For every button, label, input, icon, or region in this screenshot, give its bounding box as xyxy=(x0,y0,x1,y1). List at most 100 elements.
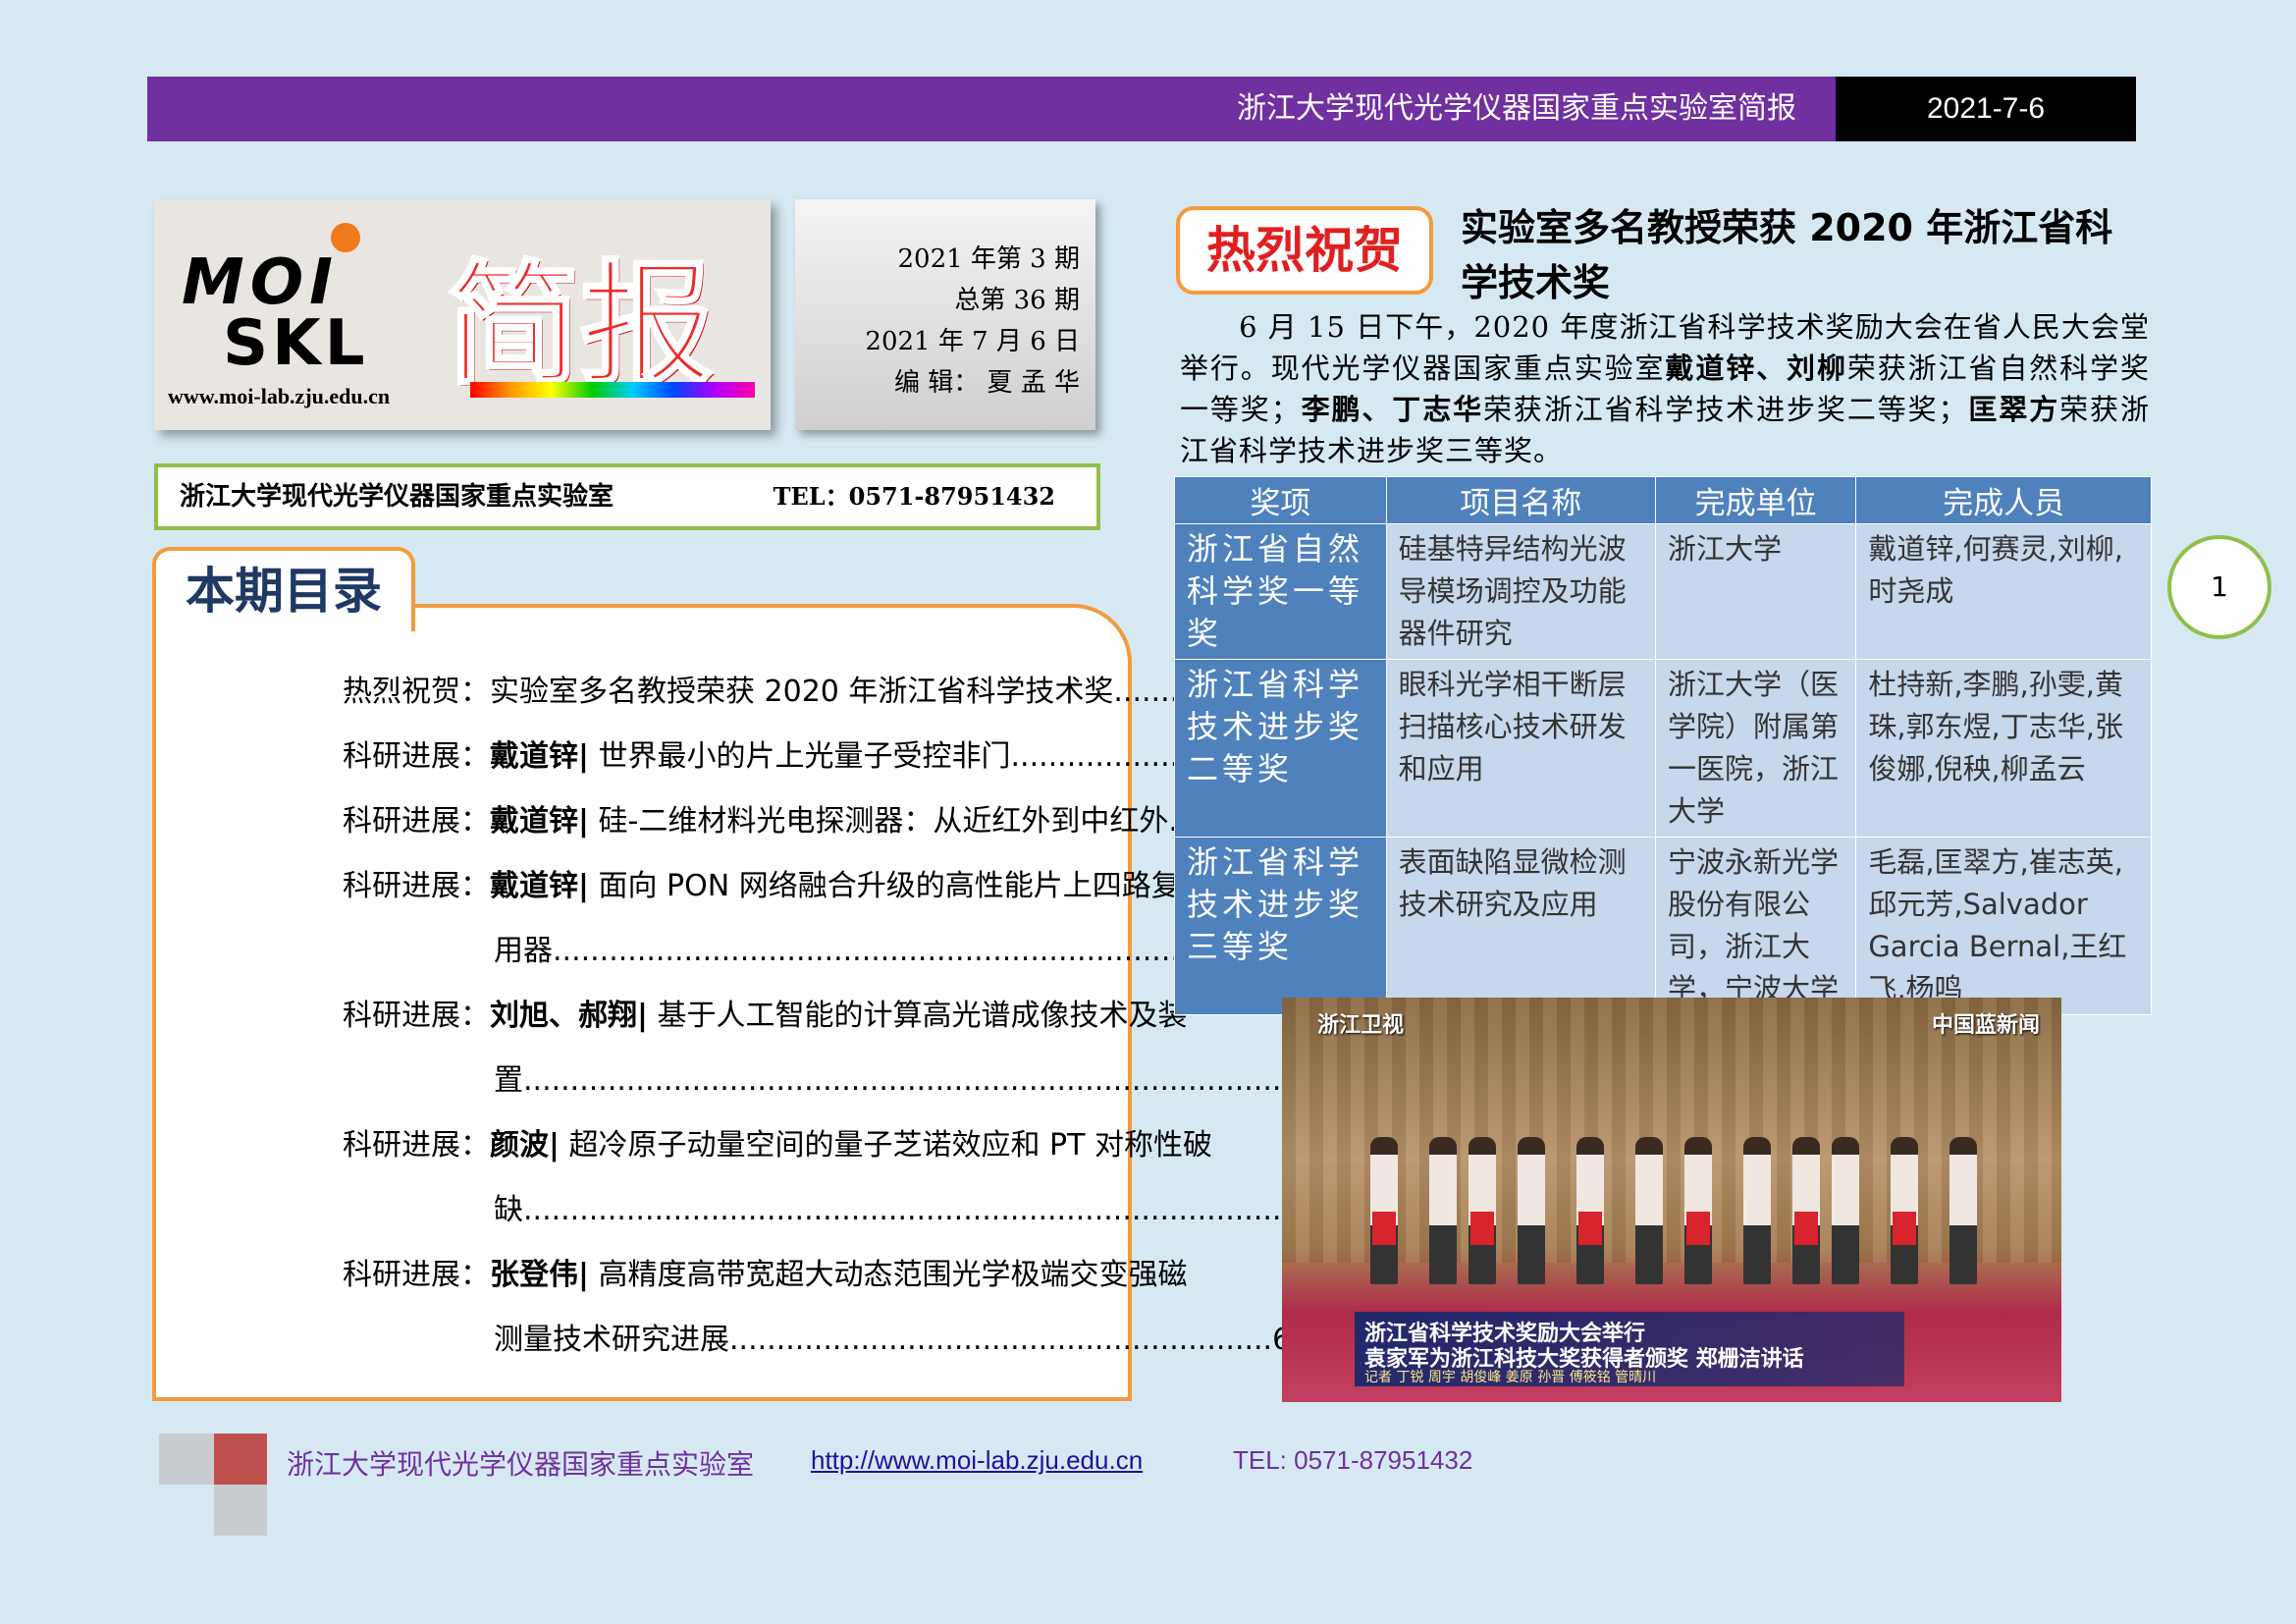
award-cell: 眼科光学相干断层扫描核心技术研发和应用 xyxy=(1385,659,1656,838)
logo-dot-icon xyxy=(331,223,360,252)
footer-square-grey xyxy=(159,1434,214,1485)
table-row: 浙江省自然科学奖一等奖 硅基特异结构光波导模场调控及功能器件研究 浙江大学 戴道锌,何… xyxy=(1174,523,2152,660)
issue-total: 总第 36 期 xyxy=(954,286,1080,315)
news-body-name: 戴道锌、刘柳 xyxy=(1665,352,1847,385)
news-body-name: 李鹏、丁志华 xyxy=(1300,393,1484,426)
rainbow-stripe xyxy=(470,382,755,398)
person-figure xyxy=(1518,1137,1545,1284)
toc-item-author: 戴道锌| xyxy=(490,739,589,774)
toc-item-prefix: 科研进展： xyxy=(343,1128,490,1163)
toc-item-text: 世界最小的片上光量子受控非门.......................2 xyxy=(588,739,1245,774)
awards-header-cell: 奖项 xyxy=(1174,476,1387,524)
award-cell: 杜持新,李鹏,孙雯,黄珠,郭东煜,丁志华,张俊娜,倪秧,柳孟云 xyxy=(1855,659,2152,838)
tv-logo-left: 浙江卫视 xyxy=(1317,1013,1405,1038)
toc-item-text: 基于人工智能的计算高光谱成像技术及装 xyxy=(647,999,1188,1033)
footer-square-grey-2 xyxy=(214,1485,267,1536)
awards-body: 浙江省自然科学奖一等奖 硅基特异结构光波导模场调控及功能器件研究 浙江大学 戴道锌,何… xyxy=(1174,523,2152,1015)
toc-item-prefix: 科研进展： xyxy=(343,804,490,839)
award-cell: 表面缺陷显微检测技术研究及应用 xyxy=(1385,837,1656,1015)
person-figure xyxy=(1684,1137,1712,1284)
toc-item[interactable]: 热烈祝贺：实验室多名教授荣获 2020 年浙江省科学技术奖...........… xyxy=(343,667,1235,710)
person-figure xyxy=(1949,1137,1977,1284)
toc-item-text: 高精度高带宽超大动态范围光学极端交变强磁 xyxy=(588,1258,1188,1292)
issue-info: 2021 年第 3 期 总第 36 期 2021 年 7 月 6 日 编 辑： … xyxy=(795,199,1095,430)
certificate-icon xyxy=(1893,1212,1916,1245)
person-figure xyxy=(1832,1137,1859,1284)
toc-item[interactable]: 科研进展：刘旭、郝翔| 基于人工智能的计算高光谱成像技术及装 xyxy=(343,991,1188,1034)
certificate-icon xyxy=(1794,1212,1818,1245)
masthead-logo: MOI SKL www.moi-lab.zju.edu.cn 简报 xyxy=(154,199,771,430)
award-category-cell: 浙江省科学技术进步奖二等奖 xyxy=(1174,659,1387,838)
certificate-icon xyxy=(1372,1212,1396,1245)
issue-editor: 编 辑： 夏 孟 华 xyxy=(893,368,1080,398)
awards-header-cell: 完成单位 xyxy=(1654,476,1857,524)
award-cell: 宁波永新光学股份有限公司，浙江大学，宁波大学 xyxy=(1654,837,1857,1015)
person-figure xyxy=(1792,1137,1820,1284)
toc-item-continuation[interactable]: 测量技术研究进展................................… xyxy=(494,1315,1291,1358)
ceremony-photo: 浙江卫视 中国蓝新闻 浙江省科学技术奖励大会举行 袁家军为浙江科技大奖获得者颁奖… xyxy=(1282,998,2061,1402)
photo-caption: 浙江省科学技术奖励大会举行 袁家军为浙江科技大奖获得者颁奖 郑栅洁讲话 记者 丁… xyxy=(1355,1312,1904,1386)
toc-item-prefix: 科研进展： xyxy=(343,869,490,903)
toc-item-text: 硅-二维材料光电探测器：从近红外到中红外..3 xyxy=(588,804,1206,839)
award-cell: 浙江大学（医学院）附属第一医院，浙江大学 xyxy=(1654,659,1857,838)
issue-number: 2021 年第 3 期 xyxy=(897,244,1080,274)
toc-item-author: 戴道锌| xyxy=(490,869,589,903)
logo-url: www.moi-lab.zju.edu.cn xyxy=(168,384,391,408)
person-figure xyxy=(1891,1137,1918,1284)
header-title: 浙江大学现代光学仪器国家重点实验室简报 xyxy=(1237,91,1796,126)
tv-logo-right: 中国蓝新闻 xyxy=(1931,1013,2040,1038)
toc-item[interactable]: 科研进展：张登伟| 高精度高带宽超大动态范围光学极端交变强磁 xyxy=(343,1250,1188,1293)
congrats-label: 热烈祝贺 xyxy=(1206,222,1403,279)
toc-title: 本期目录 xyxy=(186,563,382,620)
table-row: 浙江省科学技术进步奖三等奖 表面缺陷显微检测技术研究及应用 宁波永新光学股份有限公司… xyxy=(1174,837,2152,1015)
footer-url-link[interactable]: http://www.moi-lab.zju.edu.cn xyxy=(811,1445,1143,1476)
toc-item-continuation[interactable]: 置.......................................… xyxy=(494,1056,1309,1099)
page-number: 1 xyxy=(2167,535,2271,639)
toc-item-author: 刘旭、郝翔| xyxy=(490,999,648,1033)
award-cell: 硅基特异结构光波导模场调控及功能器件研究 xyxy=(1385,523,1656,660)
contact-tel: TEL：0571-87951432 xyxy=(773,482,1055,511)
news-body: 6 月 15 日下午，2020 年度浙江省科学技术奖励大会在省人民大会堂举行。现… xyxy=(1180,306,2150,471)
news-body-text: 荣获浙江省科学技术进步奖二等奖； xyxy=(1483,393,1968,426)
logo-skl-text: SKL xyxy=(223,307,369,380)
toc-item-text: 实验室多名教授荣获 2020 年浙江省科学技术奖...........1 xyxy=(490,675,1236,709)
toc-tab: 本期目录 xyxy=(152,547,415,631)
toc-item-author: 戴道锌| xyxy=(490,804,589,839)
person-figure xyxy=(1743,1137,1771,1284)
certificate-icon xyxy=(1470,1212,1494,1245)
table-row: 浙江省科学技术进步奖二等奖 眼科光学相干断层扫描核心技术研发和应用 浙江大学（医学院… xyxy=(1174,659,2152,838)
awards-header-row: 奖项 项目名称 完成单位 完成人员 xyxy=(1174,476,2152,524)
person-figure xyxy=(1429,1137,1457,1284)
congrats-tab: 热烈祝贺 xyxy=(1176,206,1433,295)
toc-item-author: 张登伟| xyxy=(490,1258,589,1292)
toc-item-text: 面向 PON 网络融合升级的高性能片上四路复 xyxy=(588,869,1181,903)
award-category-cell: 浙江省科学技术进步奖三等奖 xyxy=(1174,837,1387,1015)
awards-header-cell: 完成人员 xyxy=(1855,476,2152,524)
toc-item-text: 超冷原子动量空间的量子芝诺效应和 PT 对称性破 xyxy=(559,1128,1213,1163)
contact-name: 浙江大学现代光学仪器国家重点实验室 xyxy=(180,482,614,512)
toc-item[interactable]: 科研进展：戴道锌| 硅-二维材料光电探测器：从近红外到中红外..3 xyxy=(343,796,1206,839)
news-title: 实验室多名教授荣获 2020 年浙江省科学技术奖 xyxy=(1461,206,2113,304)
award-cell: 毛磊,匡翠方,崔志英,邱元芳,Salvador Garcia Bernal,王红… xyxy=(1855,837,2152,1015)
caption-line-3: 记者 丁锐 周宇 胡俊峰 姜原 孙晋 傅筱铭 管晴川 xyxy=(1364,1370,1657,1385)
toc-item[interactable]: 科研进展：颜波| 超冷原子动量空间的量子芝诺效应和 PT 对称性破 xyxy=(343,1120,1212,1164)
award-category-cell: 浙江省自然科学奖一等奖 xyxy=(1174,523,1387,660)
toc-item-prefix: 科研进展： xyxy=(343,999,490,1033)
toc-item-prefix: 科研进展： xyxy=(343,739,490,774)
awards-header-cell: 项目名称 xyxy=(1385,476,1656,524)
award-cell: 戴道锌,何赛灵,刘柳,时尧成 xyxy=(1855,523,2152,660)
toc-item-prefix: 科研进展： xyxy=(343,1258,490,1292)
certificate-icon xyxy=(1686,1212,1710,1245)
toc-item-author: 颜波| xyxy=(490,1128,560,1163)
person-figure xyxy=(1635,1137,1663,1284)
certificate-icon xyxy=(1578,1212,1602,1245)
footer-lab-name: 浙江大学现代光学仪器国家重点实验室 xyxy=(287,1448,755,1481)
toc-item-continuation[interactable]: 缺.......................................… xyxy=(494,1185,1309,1228)
award-cell: 浙江大学 xyxy=(1654,523,1857,660)
toc-item[interactable]: 科研进展：戴道锌| 面向 PON 网络融合升级的高性能片上四路复 xyxy=(343,861,1181,904)
toc-item[interactable]: 科研进展：戴道锌| 世界最小的片上光量子受控非门................… xyxy=(343,731,1245,775)
person-figure xyxy=(1468,1137,1496,1284)
contact-box: 浙江大学现代光学仪器国家重点实验室 TEL：0571-87951432 xyxy=(154,463,1100,530)
footer-square-red xyxy=(214,1434,267,1485)
issue-date: 2021 年 7 月 6 日 xyxy=(865,327,1080,356)
